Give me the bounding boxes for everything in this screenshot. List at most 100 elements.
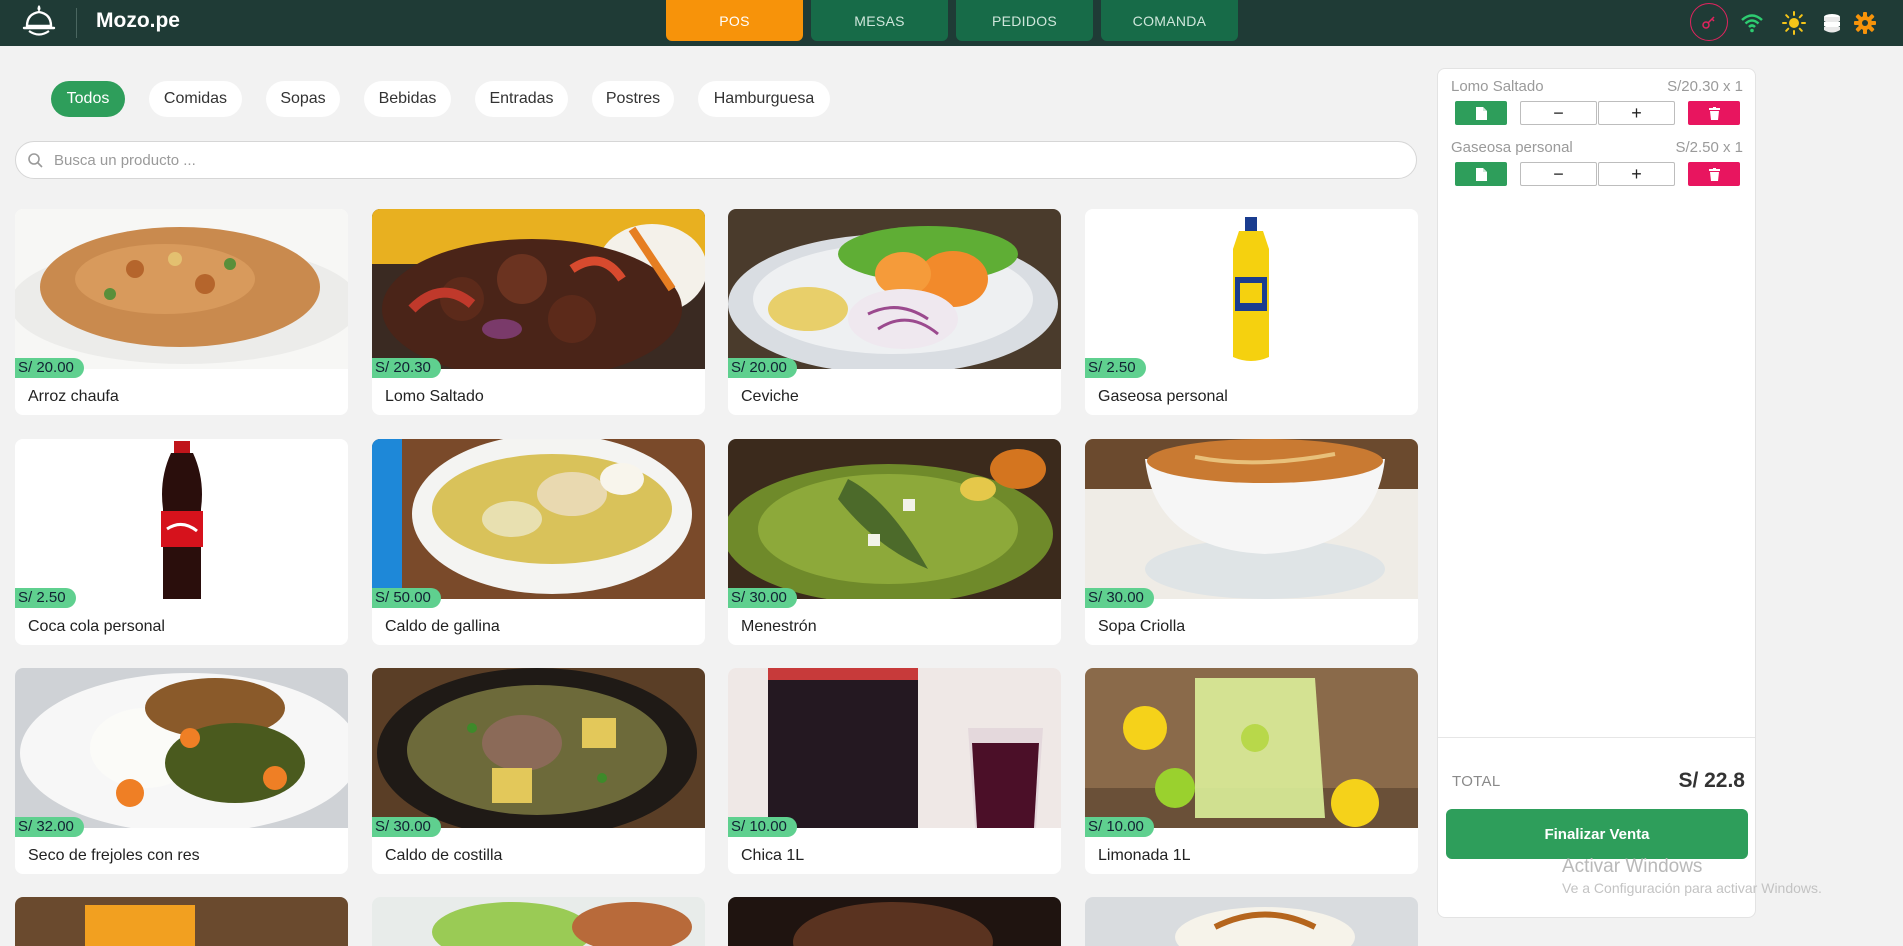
- category-hamburguesa[interactable]: Hamburguesa: [698, 81, 830, 117]
- order-item-price-qty: S/2.50 x 1: [1675, 139, 1743, 156]
- category-bebidas[interactable]: Bebidas: [364, 81, 451, 117]
- product-image-lomo-saltado: [372, 209, 705, 369]
- order-item-price-qty: S/20.30 x 1: [1667, 78, 1743, 95]
- product-name: Lomo Saltado: [385, 388, 484, 405]
- product-price: S/ 20.30: [372, 358, 441, 378]
- order-item-name: Gaseosa personal: [1451, 139, 1573, 156]
- chef-logo-icon: [22, 4, 56, 40]
- nav-pos[interactable]: POS: [666, 0, 803, 41]
- wifi-icon[interactable]: [1736, 7, 1768, 39]
- product-image-limonada: [1085, 668, 1418, 828]
- product-name: Caldo de gallina: [385, 618, 500, 635]
- category-comidas[interactable]: Comidas: [149, 81, 242, 117]
- search-input[interactable]: [54, 148, 1394, 172]
- delete-item-button[interactable]: [1688, 101, 1740, 125]
- product-price: S/ 30.00: [728, 588, 797, 608]
- product-image-partial: [728, 897, 1061, 946]
- product-name: Coca cola personal: [28, 618, 165, 635]
- product-card[interactable]: S/ 10.00 Chica 1L: [728, 668, 1061, 874]
- decrease-quantity-button[interactable]: −: [1520, 162, 1597, 186]
- product-price: S/ 2.50: [1085, 358, 1146, 378]
- main-nav: POS MESAS PEDIDOS COMANDA: [666, 0, 1238, 41]
- nav-pedidos[interactable]: PEDIDOS: [956, 0, 1093, 41]
- delete-item-button[interactable]: [1688, 162, 1740, 186]
- product-price: S/ 30.00: [372, 817, 441, 837]
- product-price: S/ 50.00: [372, 588, 441, 608]
- product-card[interactable]: S/ 10.00 Limonada 1L: [1085, 668, 1418, 874]
- product-price: S/ 10.00: [728, 817, 797, 837]
- document-icon: [1475, 106, 1487, 120]
- product-price: S/ 10.00: [1085, 817, 1154, 837]
- product-image-coca-cola: [15, 439, 348, 599]
- product-image-partial: [1085, 897, 1418, 946]
- trash-icon: [1708, 167, 1720, 181]
- product-card[interactable]: [15, 897, 348, 946]
- document-icon: [1475, 167, 1487, 181]
- product-card[interactable]: S/ 20.00 Arroz chaufa: [15, 209, 348, 415]
- product-card[interactable]: [372, 897, 705, 946]
- windows-activation-title: Activar Windows: [1562, 856, 1703, 877]
- gear-icon[interactable]: [1849, 7, 1881, 39]
- product-price: S/ 20.00: [15, 358, 84, 378]
- product-name: Limonada 1L: [1098, 847, 1191, 864]
- product-card[interactable]: S/ 50.00 Caldo de gallina: [372, 439, 705, 645]
- product-name: Caldo de costilla: [385, 847, 503, 864]
- decrease-quantity-button[interactable]: −: [1520, 101, 1597, 125]
- product-price: S/ 2.50: [15, 588, 76, 608]
- category-postres[interactable]: Postres: [592, 81, 674, 117]
- finalize-sale-button[interactable]: Finalizar Venta: [1446, 809, 1748, 859]
- increase-quantity-button[interactable]: +: [1598, 162, 1675, 186]
- product-image-caldo-gallina: [372, 439, 705, 599]
- product-image-caldo-costilla: [372, 668, 705, 828]
- product-card[interactable]: S/ 32.00 Seco de frejoles con res: [15, 668, 348, 874]
- product-image-chicha: [728, 668, 1061, 828]
- product-card[interactable]: [728, 897, 1061, 946]
- product-image-arroz-chaufa: [15, 209, 348, 369]
- top-bar: Mozo.pe POS MESAS PEDIDOS COMANDA: [0, 0, 1903, 46]
- product-name: Chica 1L: [741, 847, 805, 864]
- product-image-gaseosa: [1085, 209, 1418, 369]
- product-price: S/ 32.00: [15, 817, 84, 837]
- product-card[interactable]: S/ 30.00 Caldo de costilla: [372, 668, 705, 874]
- product-image-sopa-criolla: [1085, 439, 1418, 599]
- product-price: S/ 20.00: [728, 358, 797, 378]
- sun-icon[interactable]: [1778, 7, 1810, 39]
- brand-name: Mozo.pe: [96, 9, 180, 32]
- product-image-ceviche: [728, 209, 1061, 369]
- category-sopas[interactable]: Sopas: [266, 81, 340, 117]
- total-label: TOTAL: [1452, 773, 1501, 790]
- trash-icon: [1708, 106, 1720, 120]
- order-item-name: Lomo Saltado: [1451, 78, 1544, 95]
- category-todos[interactable]: Todos: [51, 81, 125, 117]
- total-value: S/ 22.8: [1678, 769, 1745, 792]
- panel-divider: [1438, 737, 1755, 738]
- header-divider: [76, 8, 77, 38]
- nav-comanda[interactable]: COMANDA: [1101, 0, 1238, 41]
- product-name: Arroz chaufa: [28, 388, 119, 405]
- product-image-partial: [15, 897, 348, 946]
- order-panel: Lomo Saltado S/20.30 x 1 − + Gaseosa per…: [1437, 68, 1756, 918]
- product-price: S/ 30.00: [1085, 588, 1154, 608]
- product-image-partial: [372, 897, 705, 946]
- product-name: Seco de frejoles con res: [28, 847, 200, 864]
- nav-mesas[interactable]: MESAS: [811, 0, 948, 41]
- product-card[interactable]: S/ 30.00 Menestrón: [728, 439, 1061, 645]
- product-name: Gaseosa personal: [1098, 388, 1228, 405]
- windows-activation-subtitle: Ve a Configuración para activar Windows.: [1562, 880, 1822, 896]
- search-bar: [15, 141, 1417, 179]
- product-name: Sopa Criolla: [1098, 618, 1186, 635]
- note-button[interactable]: [1455, 101, 1507, 125]
- product-card[interactable]: S/ 30.00 Sopa Criolla: [1085, 439, 1418, 645]
- product-card[interactable]: S/ 20.00 Ceviche: [728, 209, 1061, 415]
- product-name: Menestrón: [741, 618, 817, 635]
- key-icon[interactable]: [1690, 3, 1728, 41]
- product-card[interactable]: S/ 2.50 Coca cola personal: [15, 439, 348, 645]
- coins-icon[interactable]: [1816, 7, 1848, 39]
- note-button[interactable]: [1455, 162, 1507, 186]
- product-image-menestron: [728, 439, 1061, 599]
- product-card[interactable]: S/ 2.50 Gaseosa personal: [1085, 209, 1418, 415]
- category-entradas[interactable]: Entradas: [475, 81, 568, 117]
- increase-quantity-button[interactable]: +: [1598, 101, 1675, 125]
- product-card[interactable]: S/ 20.30 Lomo Saltado: [372, 209, 705, 415]
- product-card[interactable]: [1085, 897, 1418, 946]
